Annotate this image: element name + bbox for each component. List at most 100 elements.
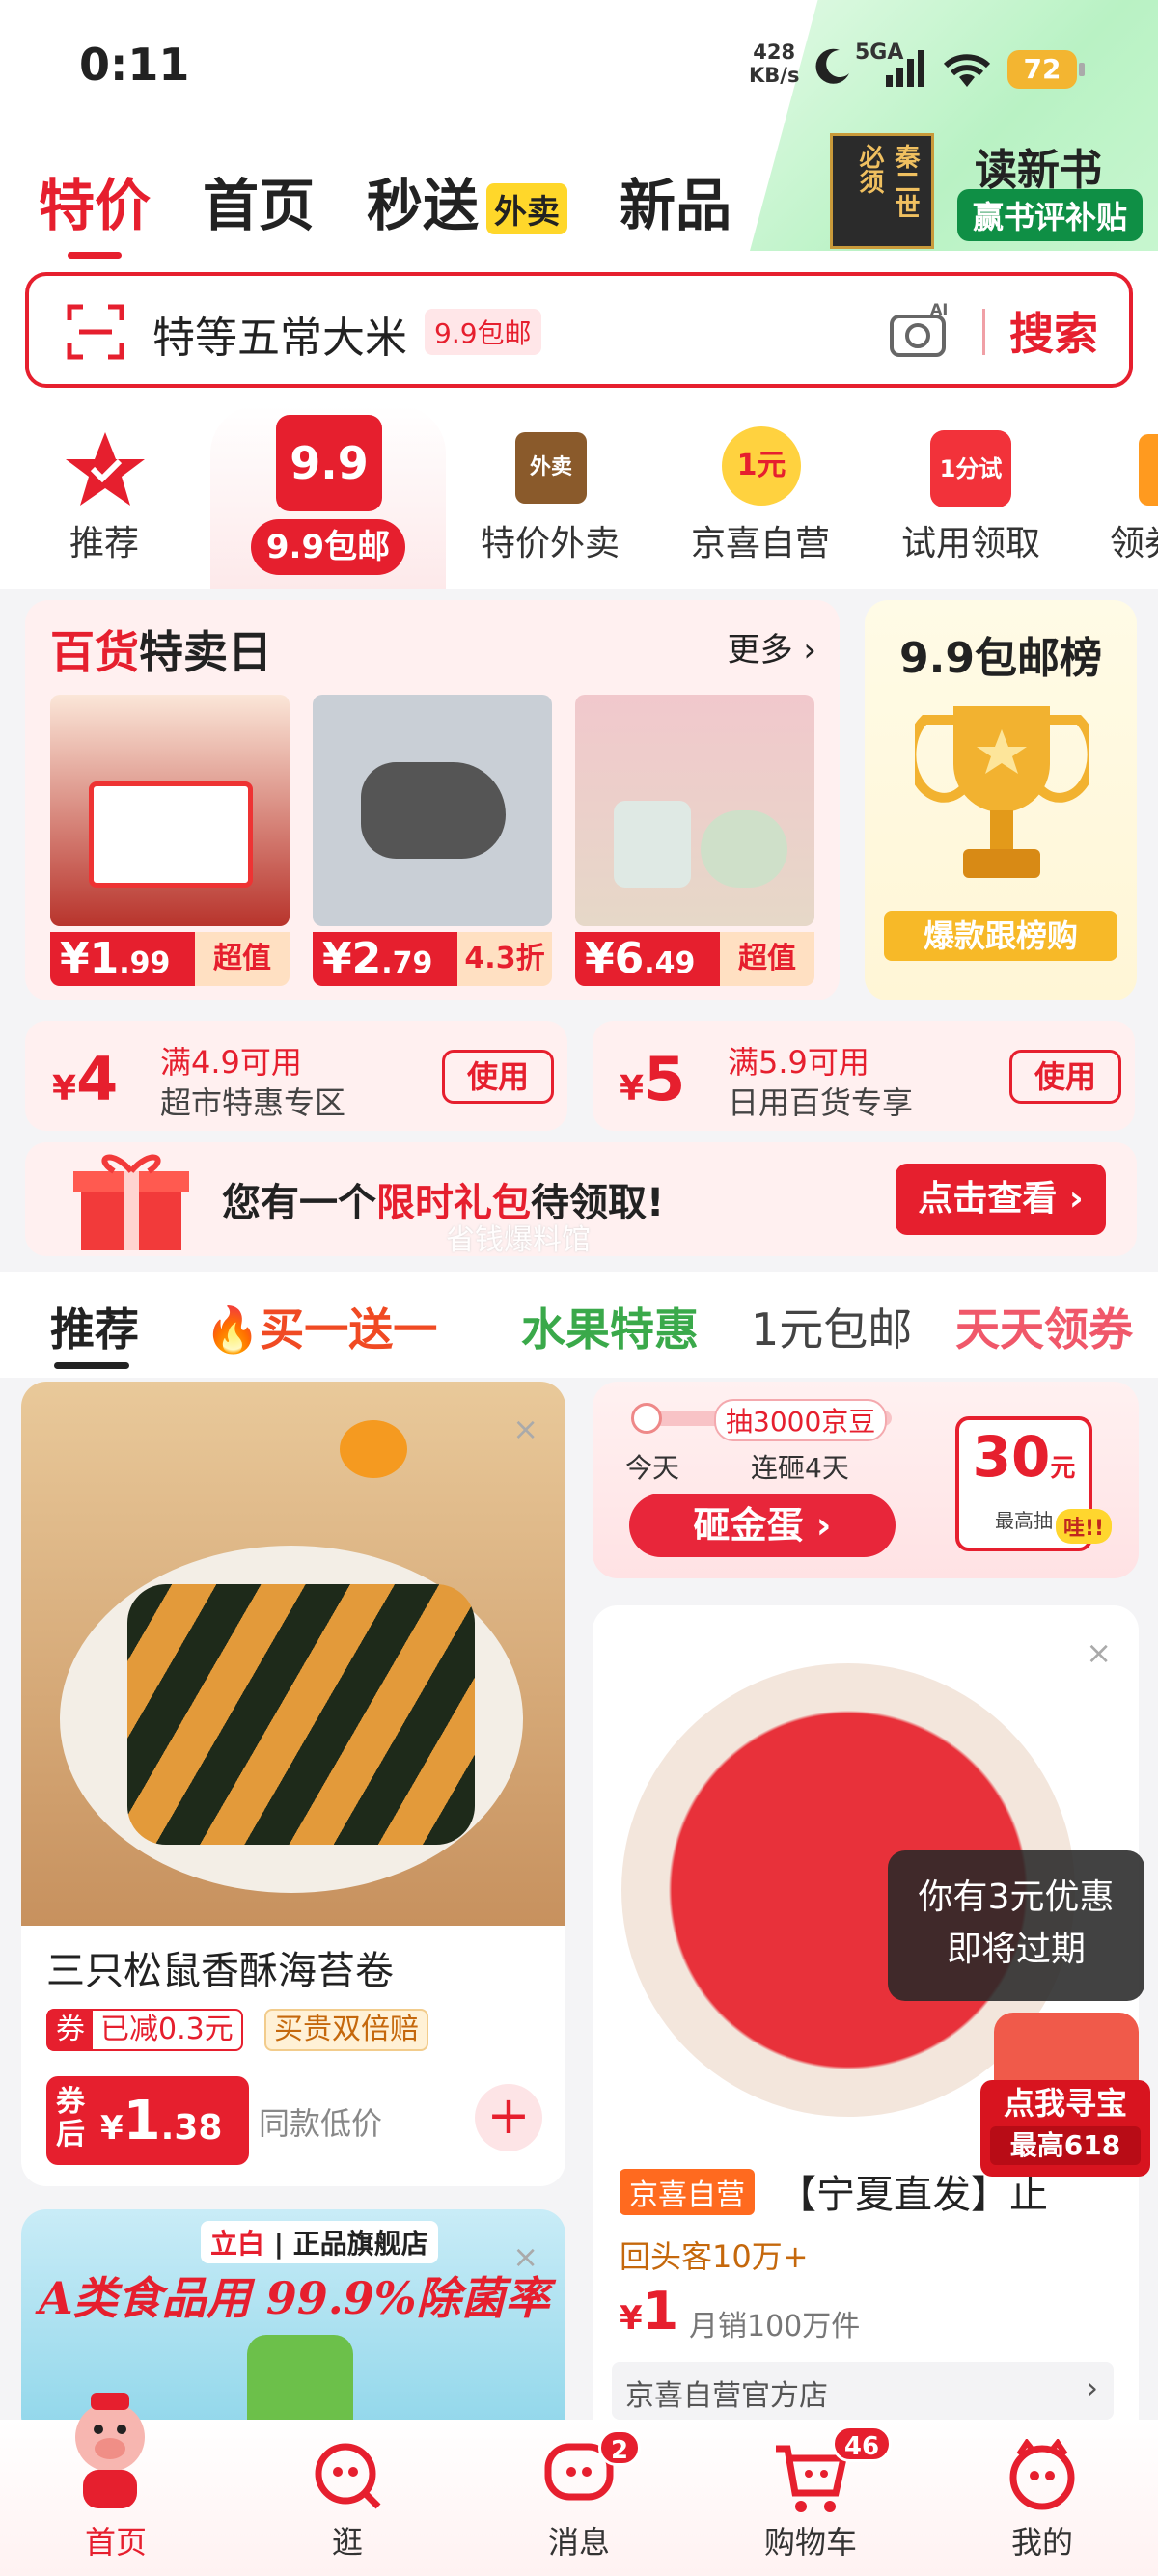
product-title: 三只松鼠香酥海苔卷 bbox=[46, 1949, 394, 1993]
price-value: ¥1.38 bbox=[100, 2090, 223, 2152]
feed-tab-fruit[interactable]: 水果特惠 bbox=[521, 1295, 699, 1358]
sale-product-3-price-int: 6 bbox=[614, 934, 645, 983]
network-speed-unit: KB/s bbox=[749, 64, 800, 87]
prize-amount-value: 30 bbox=[972, 1424, 1051, 1490]
nav-tab-miaosong[interactable]: 秒送 外卖 bbox=[367, 160, 568, 238]
signal-icon bbox=[886, 50, 924, 87]
price-guarantee-tag: 买贵双倍赔 bbox=[264, 2009, 428, 2051]
trash-bags-image bbox=[575, 695, 814, 926]
brand-name: 立白 bbox=[210, 2228, 265, 2260]
detergent-headline: A类食品用 99.9%除菌率 bbox=[39, 2272, 550, 2324]
camera-icon[interactable]: AI bbox=[888, 299, 951, 363]
bottom-nav-browse[interactable]: 逛 bbox=[232, 2420, 463, 2576]
takeout-bag-icon: 外卖 bbox=[515, 432, 587, 504]
view-gift-button[interactable]: 点击查看 › bbox=[896, 1164, 1106, 1235]
smash-egg-button[interactable]: 砸金蛋 › bbox=[629, 1494, 896, 1557]
bottom-nav-home[interactable]: 首页 bbox=[0, 2393, 232, 2576]
coupon-1-amount-value: 4 bbox=[76, 1044, 119, 1114]
price-cents: .38 bbox=[160, 2108, 223, 2148]
gift-banner[interactable]: 您有一个限时礼包待领取! 省钱爆料馆 点击查看 › bbox=[25, 1142, 1137, 1257]
treasure-line-2: 最高618 bbox=[990, 2126, 1141, 2165]
jd-bean-banner: 抽3000京豆 bbox=[714, 1399, 888, 1441]
treasure-chest-icon bbox=[994, 2013, 1139, 2090]
monthly-sales: 月销100万件 bbox=[689, 2310, 861, 2343]
search-bar[interactable]: 特等五常大米 9.9包邮 AI 搜索 bbox=[25, 272, 1133, 388]
search-input[interactable]: 特等五常大米 bbox=[152, 303, 407, 365]
bottom-nav-messages-label: 消息 bbox=[547, 2524, 610, 2561]
sale-product-1-price-cents: .99 bbox=[119, 946, 171, 980]
daily-sale-section: 百货特卖日 更多 › ¥1.99 超值 ¥2.79 4.3折 ¥6.49 超值 bbox=[25, 600, 840, 1000]
sale-product-2-price-cents: .79 bbox=[381, 946, 433, 980]
feed-tab-bogo[interactable]: 🔥买一送一 bbox=[205, 1295, 437, 1358]
coupon-card-1[interactable]: ¥4 满4.9可用 超市特惠专区 使用 bbox=[25, 1021, 567, 1131]
scan-icon[interactable] bbox=[66, 303, 125, 361]
coupon-1-amount: ¥4 bbox=[52, 1044, 119, 1114]
search-button[interactable]: 搜索 bbox=[1009, 299, 1098, 363]
waimai-tag: 外卖 bbox=[486, 183, 568, 235]
ranking-button[interactable]: 爆款跟榜购 bbox=[884, 911, 1117, 961]
search-tag: 9.9包邮 bbox=[425, 309, 541, 355]
message-badge: 2 bbox=[598, 2429, 641, 2466]
sale-product-1[interactable]: ¥1.99 超值 bbox=[50, 695, 290, 994]
feed-tab-coupon[interactable]: 天天领券 bbox=[955, 1295, 1133, 1358]
trial-gift-icon: 1分试 bbox=[930, 430, 1011, 507]
dismiss-icon-3[interactable]: × bbox=[1086, 1634, 1112, 1671]
category-99-label[interactable]: 9.9包邮 bbox=[251, 519, 405, 575]
treasure-hunt-widget[interactable]: 点我寻宝 最高618 bbox=[980, 2013, 1150, 2177]
feed-card-seaweed[interactable]: × 三只松鼠香酥海苔卷 券 已减0.3元 买贵双倍赔 券后 ¥1.38 同款低价… bbox=[21, 1382, 565, 2186]
nav-tab-new[interactable]: 新品 bbox=[620, 160, 731, 238]
coupon-2-use-button[interactable]: 使用 bbox=[1009, 1050, 1121, 1104]
gift-message-pre: 您有一个 bbox=[222, 1181, 376, 1225]
mascot-pig-icon bbox=[75, 2393, 145, 2508]
bottom-nav-browse-label: 逛 bbox=[331, 2524, 363, 2561]
category-coupon-label: 领券 bbox=[1110, 524, 1158, 563]
dismiss-icon-2[interactable]: × bbox=[512, 2238, 538, 2275]
top-nav: 特价 首页 秒送 外卖 新品 bbox=[39, 160, 784, 259]
bottom-nav-messages[interactable]: 2 消息 bbox=[463, 2420, 695, 2576]
store-label: 正品旗舰店 bbox=[292, 2228, 428, 2260]
nav-tab-home[interactable]: 首页 bbox=[203, 160, 315, 238]
search-divider bbox=[982, 309, 985, 355]
read-new-book-promo[interactable]: 秦二世 必须 读新书 赢书评补贴 bbox=[830, 133, 1148, 249]
dismiss-icon[interactable]: × bbox=[512, 1411, 538, 1447]
sale-product-3-price-cents: .49 bbox=[644, 946, 696, 980]
feed-tab-recommend[interactable]: 推荐 bbox=[50, 1295, 139, 1358]
progress-dot bbox=[631, 1403, 662, 1434]
wow-sticker: 哇!! bbox=[1056, 1509, 1113, 1544]
category-99-icon[interactable]: 9.9 bbox=[276, 415, 382, 511]
same-low-price: 同款低价 bbox=[259, 2105, 383, 2142]
profile-icon bbox=[1009, 2439, 1075, 2510]
feed-tab-1yuan[interactable]: 1元包邮 bbox=[751, 1295, 912, 1358]
sale-product-3[interactable]: ¥6.49 超值 bbox=[575, 695, 814, 994]
golden-egg-card[interactable]: 抽3000京豆 今天 连砸4天 砸金蛋 › 30元 最高抽 哇!! bbox=[593, 1382, 1139, 1578]
nav-tab-miaosong-label: 秒送 bbox=[367, 173, 480, 238]
status-bar: 0:11 428 KB/s 5GA 72 bbox=[0, 0, 1158, 135]
nav-tab-tejia[interactable]: 特价 bbox=[39, 160, 151, 259]
status-time: 0:11 bbox=[79, 39, 190, 91]
network-speed: 428 KB/s bbox=[749, 41, 799, 87]
trophy-icon bbox=[915, 706, 1089, 878]
coupon-1-use-button[interactable]: 使用 bbox=[442, 1050, 554, 1104]
ranking-card[interactable]: 9.9包邮榜 爆款跟榜购 bbox=[865, 600, 1137, 1000]
price-int: 1 bbox=[123, 2090, 161, 2152]
coupon-card-2[interactable]: ¥5 满5.9可用 日用百货专享 使用 bbox=[593, 1021, 1135, 1131]
add-to-cart-button[interactable]: + bbox=[475, 2084, 542, 2151]
feed-tab-bogo-label: 买一送一 bbox=[260, 1303, 438, 1356]
jingxi-self-tag: 京喜自营 bbox=[620, 2169, 755, 2215]
ai-label: AI bbox=[930, 300, 948, 318]
prize-unit: 元 bbox=[1050, 1454, 1076, 1483]
tooltip-line-2: 即将过期 bbox=[946, 1930, 1086, 1969]
browse-icon bbox=[315, 2443, 381, 2509]
more-link[interactable]: 更多 › bbox=[728, 623, 816, 671]
star-check-icon bbox=[66, 432, 145, 506]
bottom-nav-profile[interactable]: 我的 bbox=[926, 2420, 1158, 2576]
bottom-nav-cart[interactable]: 46 购物车 bbox=[695, 2420, 926, 2576]
sale-product-1-price: ¥1.99 bbox=[50, 932, 195, 986]
coupon-2-condition: 满5.9可用 bbox=[728, 1044, 869, 1081]
daily-sale-title-black: 特卖日 bbox=[139, 626, 272, 678]
gift-box-icon bbox=[73, 1154, 189, 1250]
sale-product-1-tag: 超值 bbox=[195, 932, 290, 986]
sale-product-2[interactable]: ¥2.79 4.3折 bbox=[313, 695, 552, 994]
sale-product-3-tag: 超值 bbox=[720, 932, 814, 986]
shop-link[interactable]: 京喜自营官方店 › bbox=[612, 2362, 1114, 2420]
